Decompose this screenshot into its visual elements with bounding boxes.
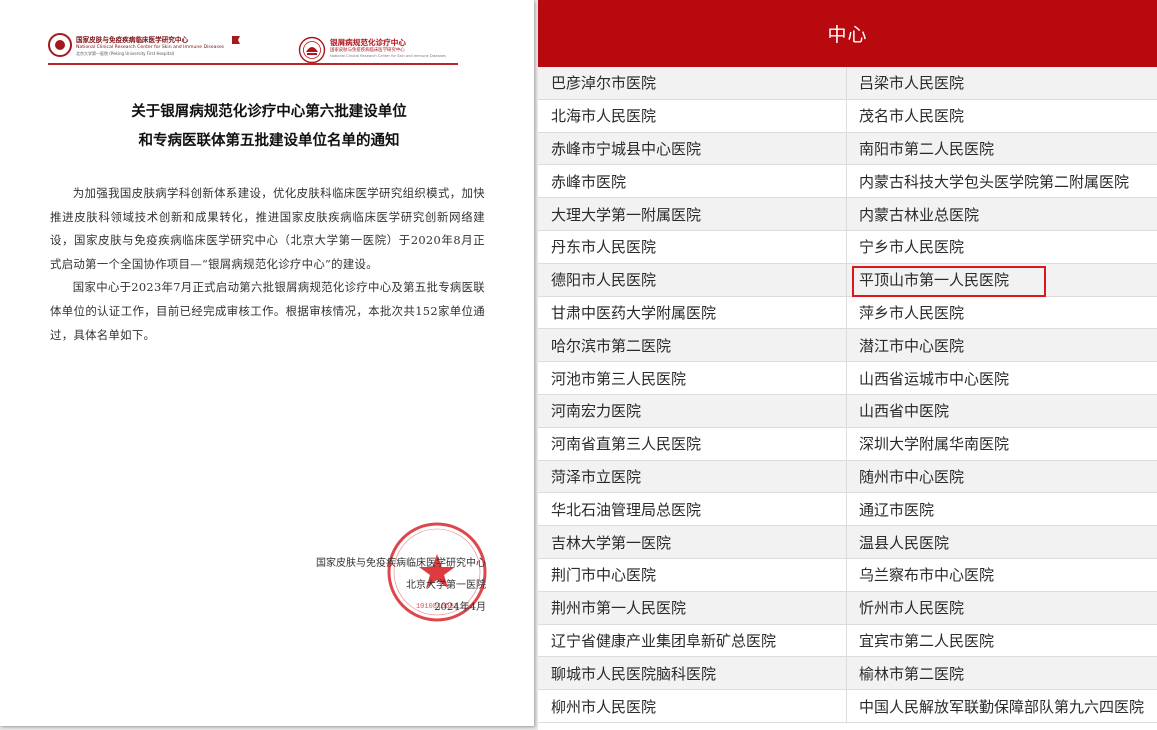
table-row: 菏泽市立医院 随州市中心医院 bbox=[538, 460, 1157, 494]
table-row: 赤峰市医院 内蒙古科技大学包头医学院第二附属医院 bbox=[538, 165, 1157, 199]
logo-right-name-en: National Clinical Research Center for Sk… bbox=[330, 54, 446, 58]
hospital-cell-left: 哈尔滨市第二医院 bbox=[538, 329, 847, 362]
notice-paragraph-1: 为加强我国皮肤病学科创新体系建设，优化皮肤科临床医学研究组织模式，加快推进皮肤科… bbox=[50, 186, 485, 271]
hospital-cell-right: 山西省中医院 bbox=[859, 402, 950, 421]
hospital-cell-left: 赤峰市医院 bbox=[538, 165, 847, 198]
table-row: 辽宁省健康产业集团阜新矿总医院 宜宾市第二人民医院 bbox=[538, 624, 1157, 658]
table-row: 吉林大学第一医院 温县人民医院 bbox=[538, 526, 1157, 559]
table-row: 甘肃中医药大学附属医院 萍乡市人民医院 bbox=[538, 296, 1157, 330]
header-divider bbox=[48, 63, 458, 65]
hospital-cell-right: 榆林市第二医院 bbox=[859, 664, 965, 683]
table-row: 大理大学第一附属医院 内蒙古林业总医院 bbox=[538, 198, 1157, 231]
hospital-cell-left: 荆州市第一人民医院 bbox=[538, 591, 847, 624]
table-row: 河南宏力医院 山西省中医院 bbox=[538, 394, 1157, 428]
hospital-cell-left: 华北石油管理局总医院 bbox=[538, 493, 847, 526]
hospital-cell-right: 中国人民解放军联勤保障部队第九六四医院 bbox=[859, 697, 1145, 716]
table-row: 巴彦淖尔市医院 吕梁市人民医院 bbox=[538, 67, 1157, 100]
notice-body: 为加强我国皮肤病学科创新体系建设，优化皮肤科临床医学研究组织模式，加快推进皮肤科… bbox=[50, 182, 485, 347]
hospital-cell-left: 北海市人民医院 bbox=[538, 99, 847, 132]
center-emblem-icon bbox=[48, 33, 72, 57]
hospital-cell-right: 山西省运城市中心医院 bbox=[859, 369, 1010, 388]
table-row: 聊城市人民医院脑科医院 榆林市第二医院 bbox=[538, 657, 1157, 691]
hospital-cell-right: 忻州市人民医院 bbox=[859, 599, 965, 618]
hospital-cell-right: 随州市中心医院 bbox=[859, 467, 965, 486]
hospital-cell-right: 茂名市人民医院 bbox=[859, 107, 965, 126]
hospital-cell-left: 德阳市人民医院 bbox=[538, 263, 847, 296]
sign-date: 2024年4月 bbox=[434, 602, 486, 613]
hospital-cell-right: 乌兰察布市中心医院 bbox=[859, 566, 995, 585]
hospital-cell-left: 大理大学第一附属医院 bbox=[538, 198, 847, 230]
hospital-cell-left: 聊城市人民医院脑科医院 bbox=[538, 657, 847, 690]
hospital-cell-right: 温县人民医院 bbox=[859, 533, 950, 552]
table-row: 河南省直第三人民医院 深圳大学附属华南医院 bbox=[538, 427, 1157, 461]
hospital-cell-right: 宜宾市第二人民医院 bbox=[859, 631, 995, 650]
table-row: 丹东市人民医院 宁乡市人民医院 bbox=[538, 230, 1157, 264]
hospital-cell-right: 宁乡市人民医院 bbox=[859, 238, 965, 257]
notice-title-line1: 关于银屑病规范化诊疗中心第六批建设单位 bbox=[131, 104, 407, 120]
logo-left-name-cn: 国家皮肤与免疫疾病临床医学研究中心 bbox=[76, 36, 189, 44]
hospital-cell-left: 辽宁省健康产业集团阜新矿总医院 bbox=[538, 624, 847, 657]
table-row: 华北石油管理局总医院 通辽市医院 bbox=[538, 493, 1157, 527]
hospital-cell-left: 吉林大学第一医院 bbox=[538, 526, 847, 558]
table-row: 德阳市人民医院 平顶山市第一人民医院 bbox=[538, 263, 1157, 297]
hospital-cell-left: 柳州市人民医院 bbox=[538, 690, 847, 722]
hospital-cell-left: 巴彦淖尔市医院 bbox=[538, 67, 847, 99]
hospital-cell-left: 河池市第三人民医院 bbox=[538, 362, 847, 394]
notice-title: 关于银屑病规范化诊疗中心第六批建设单位 和专病医联体第五批建设单位名单的通知 bbox=[48, 98, 490, 156]
hospital-cell-left: 荆门市中心医院 bbox=[538, 558, 847, 591]
sign-organization: 国家皮肤与免疫疾病临床医学研究中心 bbox=[316, 558, 486, 569]
hospital-cell-right: 南阳市第二人民医院 bbox=[859, 139, 995, 158]
table-row: 荆门市中心医院 乌兰察布市中心医院 bbox=[538, 558, 1157, 592]
table-row: 赤峰市宁城县中心医院 南阳市第二人民医院 bbox=[538, 132, 1157, 166]
notice-paragraph-2: 国家中心于2023年7月正式启动第六批银屑病规范化诊疗中心及第五批专病医联体单位… bbox=[50, 280, 485, 342]
hospital-cell-left: 河南省直第三人民医院 bbox=[538, 427, 847, 460]
table-row: 哈尔滨市第二医院 潜江市中心医院 bbox=[538, 329, 1157, 363]
notice-document: 国家皮肤与免疫疾病临床医学研究中心 National Clinical Rese… bbox=[0, 0, 534, 726]
hospital-cell-left: 赤峰市宁城县中心医院 bbox=[538, 132, 847, 165]
logo-left-affiliation: 北京大学第一医院 (Peking University First Hospit… bbox=[76, 51, 175, 56]
hospital-cell-right: 深圳大学附属华南医院 bbox=[859, 435, 1010, 454]
signature-block: 国家皮肤与免疫疾病临床医学研究中心 北京大学第一医院 2024年4月 bbox=[316, 553, 486, 619]
table-row: 柳州市人民医院 中国人民解放军联勤保障部队第九六四医院 bbox=[538, 690, 1157, 723]
hospital-cell-right: 内蒙古林业总医院 bbox=[859, 205, 980, 224]
hospital-cell-left: 河南宏力医院 bbox=[538, 394, 847, 427]
hospital-list-table: 中心 巴彦淖尔市医院 吕梁市人民医院 北海市人民医院 茂名市人民医院 赤峰市宁城县中心医… bbox=[538, 0, 1157, 730]
table-row: 河池市第三人民医院 山西省运城市中心医院 bbox=[538, 362, 1157, 395]
hospital-cell-left: 菏泽市立医院 bbox=[538, 460, 847, 493]
hospital-cell-left: 甘肃中医药大学附属医院 bbox=[538, 296, 847, 329]
psoriasis-center-emblem-icon bbox=[298, 36, 326, 64]
notice-title-line2: 和专病医联体第五批建设单位名单的通知 bbox=[138, 133, 400, 149]
table-row: 荆州市第一人民医院 忻州市人民医院 bbox=[538, 591, 1157, 625]
hospital-cell-right: 平顶山市第一人民医院 bbox=[859, 271, 1010, 290]
ribbon-flag-icon bbox=[232, 36, 240, 44]
hospital-cell-left: 丹东市人民医院 bbox=[538, 230, 847, 263]
hospital-cell-right: 吕梁市人民医院 bbox=[859, 74, 965, 93]
logo-right-subtitle: 国家皮肤与免疫疾病临床医学研究中心 bbox=[330, 48, 405, 53]
table-header: 中心 bbox=[538, 0, 1157, 67]
hospital-cell-right: 内蒙古科技大学包头医学院第二附属医院 bbox=[859, 172, 1130, 191]
sign-hospital: 北京大学第一医院 bbox=[406, 580, 486, 591]
hospital-cell-right: 萍乡市人民医院 bbox=[859, 303, 965, 322]
table-body: 巴彦淖尔市医院 吕梁市人民医院 北海市人民医院 茂名市人民医院 赤峰市宁城县中心医院 南阳… bbox=[538, 67, 1157, 723]
table-row: 北海市人民医院 茂名市人民医院 bbox=[538, 99, 1157, 133]
logo-right-name-cn: 银屑病规范化诊疗中心 bbox=[330, 38, 406, 47]
hospital-cell-right: 通辽市医院 bbox=[859, 500, 935, 519]
hospital-cell-right: 潜江市中心医院 bbox=[859, 336, 965, 355]
